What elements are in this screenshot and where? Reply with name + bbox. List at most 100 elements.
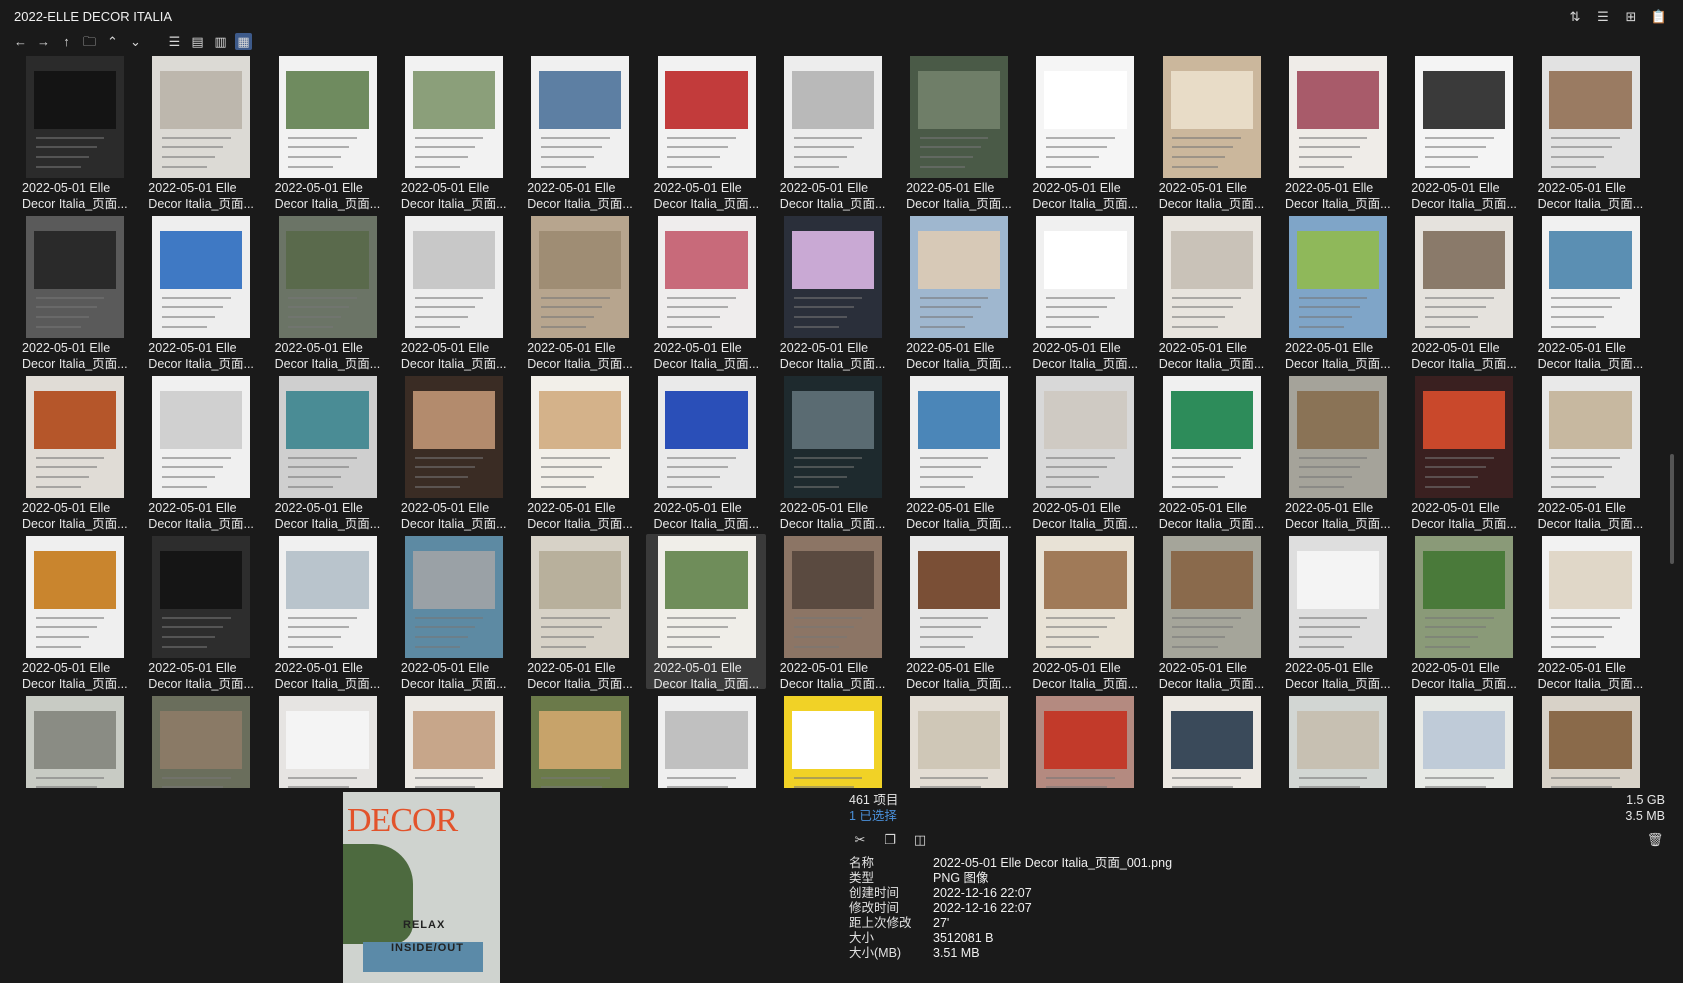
file-thumbnail[interactable]: 2022-05-01 Elle Decor Italia_页面... [772, 374, 892, 531]
file-thumbnail[interactable]: 2022-05-01 Elle Decor Italia_页面... [1024, 374, 1144, 531]
file-thumbnail[interactable]: 2022-05-01 Elle Decor Italia_页面... [267, 214, 387, 371]
file-thumbnail[interactable]: 2022-05-01 Elle Decor Italia_页面... [519, 54, 639, 211]
sort-icon[interactable]: ⇅ [1567, 8, 1583, 24]
file-thumbnail[interactable] [519, 694, 639, 788]
file-thumbnail[interactable] [14, 694, 134, 788]
file-thumbnail[interactable]: 2022-05-01 Elle Decor Italia_页面... [898, 534, 1018, 691]
scrollbar[interactable] [1667, 54, 1677, 784]
file-thumbnail[interactable]: 2022-05-01 Elle Decor Italia_页面... [1530, 534, 1650, 691]
file-thumbnail[interactable]: 2022-05-01 Elle Decor Italia_页面... [14, 214, 134, 371]
file-thumbnail[interactable]: 2022-05-01 Elle Decor Italia_页面... [1024, 214, 1144, 371]
up-icon[interactable]: ↑ [58, 33, 75, 50]
thumbnail-image [1289, 216, 1387, 338]
file-thumbnail[interactable]: 2022-05-01 Elle Decor Italia_页面... [898, 54, 1018, 211]
file-thumbnail[interactable]: 2022-05-01 Elle Decor Italia_页面... [1403, 534, 1523, 691]
file-thumbnail[interactable]: 2022-05-01 Elle Decor Italia_页面... [1277, 534, 1397, 691]
file-thumbnail[interactable]: 2022-05-01 Elle Decor Italia_页面... [1151, 374, 1271, 531]
file-thumbnail[interactable]: 2022-05-01 Elle Decor Italia_页面... [1277, 54, 1397, 211]
file-thumbnail[interactable] [1277, 694, 1397, 788]
file-thumbnail[interactable]: 2022-05-01 Elle Decor Italia_页面... [898, 214, 1018, 371]
file-thumbnail[interactable]: 2022-05-01 Elle Decor Italia_页面... [393, 54, 513, 211]
clipboard-icon[interactable]: 📋 [1651, 8, 1667, 24]
scrollbar-thumb[interactable] [1670, 454, 1674, 564]
file-thumbnail[interactable] [1530, 694, 1650, 788]
back-icon[interactable]: ← [12, 33, 29, 50]
file-thumbnail[interactable]: 2022-05-01 Elle Decor Italia_页面... [1530, 54, 1650, 211]
file-thumbnail[interactable] [1024, 694, 1144, 788]
file-thumbnail[interactable]: 2022-05-01 Elle Decor Italia_页面... [1024, 54, 1144, 211]
cut-icon[interactable]: ✂ [852, 831, 868, 847]
file-thumbnail[interactable]: 2022-05-01 Elle Decor Italia_页面... [646, 54, 766, 211]
file-thumbnail[interactable]: 2022-05-01 Elle Decor Italia_页面... [140, 374, 260, 531]
file-thumbnail[interactable]: 2022-05-01 Elle Decor Italia_页面... [1403, 214, 1523, 371]
total-size: 1.5 GB [1626, 793, 1665, 807]
details-list-icon[interactable]: ☰ [1595, 8, 1611, 24]
file-thumbnail[interactable]: 2022-05-01 Elle Decor Italia_页面... [519, 374, 639, 531]
thumbnail-image [531, 56, 630, 178]
file-thumbnail[interactable]: 2022-05-01 Elle Decor Italia_页面... [1277, 214, 1397, 371]
thumbnail-image [1036, 696, 1135, 788]
file-thumbnail[interactable]: 2022-05-01 Elle Decor Italia_页面... [646, 214, 766, 371]
file-thumbnail[interactable]: 2022-05-01 Elle Decor Italia_页面... [393, 374, 513, 531]
selected-count[interactable]: 1 已选择 [849, 808, 898, 824]
file-thumbnail[interactable]: 2022-05-01 Elle Decor Italia_页面... [267, 374, 387, 531]
folder-nav-icon[interactable]: 🗀 [81, 33, 98, 50]
file-thumbnail[interactable]: 2022-05-01 Elle Decor Italia_页面... [1277, 374, 1397, 531]
thumbnail-image [1289, 376, 1387, 498]
thumbnail-image [657, 216, 756, 338]
file-thumbnail[interactable]: 2022-05-01 Elle Decor Italia_页面... [898, 374, 1018, 531]
file-thumbnail[interactable]: 2022-05-01 Elle Decor Italia_页面... [140, 214, 260, 371]
file-thumbnail[interactable]: 2022-05-01 Elle Decor Italia_页面... [1530, 214, 1650, 371]
thumbnail-view-icon[interactable]: ▦ [235, 32, 252, 50]
file-thumbnail[interactable] [772, 694, 892, 788]
copy-icon[interactable]: ❐ [882, 831, 898, 847]
file-thumbnail[interactable] [267, 694, 387, 788]
file-thumbnail[interactable]: 2022-05-01 Elle Decor Italia_页面... [140, 54, 260, 211]
file-thumbnail[interactable]: 2022-05-01 Elle Decor Italia_页面... [393, 214, 513, 371]
file-thumbnail[interactable] [140, 694, 260, 788]
file-thumbnail[interactable]: 2022-05-01 Elle Decor Italia_页面... [1024, 534, 1144, 691]
file-thumbnail[interactable]: 2022-05-01 Elle Decor Italia_页面... [1403, 374, 1523, 531]
file-thumbnail[interactable]: 2022-05-01 Elle Decor Italia_页面... [772, 54, 892, 211]
compare-icon[interactable]: ◫ [912, 831, 928, 847]
file-thumbnail[interactable] [1403, 694, 1523, 788]
title-bar: 2022-ELLE DECOR ITALIA ⇅ ☰ ⊞ 📋 [0, 0, 1683, 32]
file-thumbnail[interactable]: 2022-05-01 Elle Decor Italia_页面... [772, 534, 892, 691]
file-name-label: 2022-05-01 Elle Decor Italia_页面... [1537, 501, 1644, 531]
file-thumbnail[interactable]: 2022-05-01 Elle Decor Italia_页面... [140, 534, 260, 691]
file-thumbnail[interactable] [646, 694, 766, 788]
trash-icon[interactable]: 🗑 [1647, 832, 1664, 848]
file-thumbnail[interactable]: 2022-05-01 Elle Decor Italia_页面... [772, 214, 892, 371]
detail-view-icon[interactable]: ▤ [189, 33, 206, 50]
file-thumbnail[interactable] [1151, 694, 1271, 788]
thumbnail-image [657, 376, 756, 498]
file-thumbnail[interactable]: 2022-05-01 Elle Decor Italia_页面... [1151, 54, 1271, 211]
add-pane-icon[interactable]: ⊞ [1623, 8, 1639, 24]
thumbnail-image [278, 376, 377, 498]
file-thumbnail[interactable]: 2022-05-01 Elle Decor Italia_页面... [1151, 214, 1271, 371]
file-thumbnail[interactable]: 2022-05-01 Elle Decor Italia_页面... [14, 534, 134, 691]
chevron-up-icon[interactable]: ⌃ [104, 33, 121, 50]
thumbnail-image [1541, 56, 1640, 178]
file-thumbnail[interactable]: 2022-05-01 Elle Decor Italia_页面... [1530, 374, 1650, 531]
file-thumbnail[interactable]: 2022-05-01 Elle Decor Italia_页面... [519, 214, 639, 371]
file-thumbnail[interactable] [898, 694, 1018, 788]
file-thumbnail[interactable] [393, 694, 513, 788]
file-thumbnail[interactable]: 2022-05-01 Elle Decor Italia_页面... [393, 534, 513, 691]
thumbnail-image [783, 536, 882, 658]
list-view-icon[interactable]: ☰ [166, 33, 183, 50]
file-thumbnail[interactable]: 2022-05-01 Elle Decor Italia_页面... [14, 374, 134, 531]
file-thumbnail[interactable]: 2022-05-01 Elle Decor Italia_页面... [267, 534, 387, 691]
file-thumbnail[interactable]: 2022-05-01 Elle Decor Italia_页面... [646, 374, 766, 531]
preview-brand: DECOR [347, 802, 458, 839]
file-thumbnail[interactable]: 2022-05-01 Elle Decor Italia_页面... [1403, 54, 1523, 211]
file-thumbnail[interactable]: 2022-05-01 Elle Decor Italia_页面... [519, 534, 639, 691]
tree-view-icon[interactable]: ▥ [212, 33, 229, 50]
file-thumbnail[interactable]: 2022-05-01 Elle Decor Italia_页面... [267, 54, 387, 211]
file-thumbnail[interactable]: 2022-05-01 Elle Decor Italia_页面... [1151, 534, 1271, 691]
file-thumbnail[interactable]: 2022-05-01 Elle Decor Italia_页面... [645, 534, 766, 691]
chevron-down-icon[interactable]: ⌄ [127, 33, 144, 50]
forward-icon[interactable]: → [35, 33, 52, 50]
file-thumbnail[interactable]: 2022-05-01 Elle Decor Italia_页面... [14, 54, 134, 211]
file-name-label: 2022-05-01 Elle Decor Italia_页面... [400, 181, 507, 211]
